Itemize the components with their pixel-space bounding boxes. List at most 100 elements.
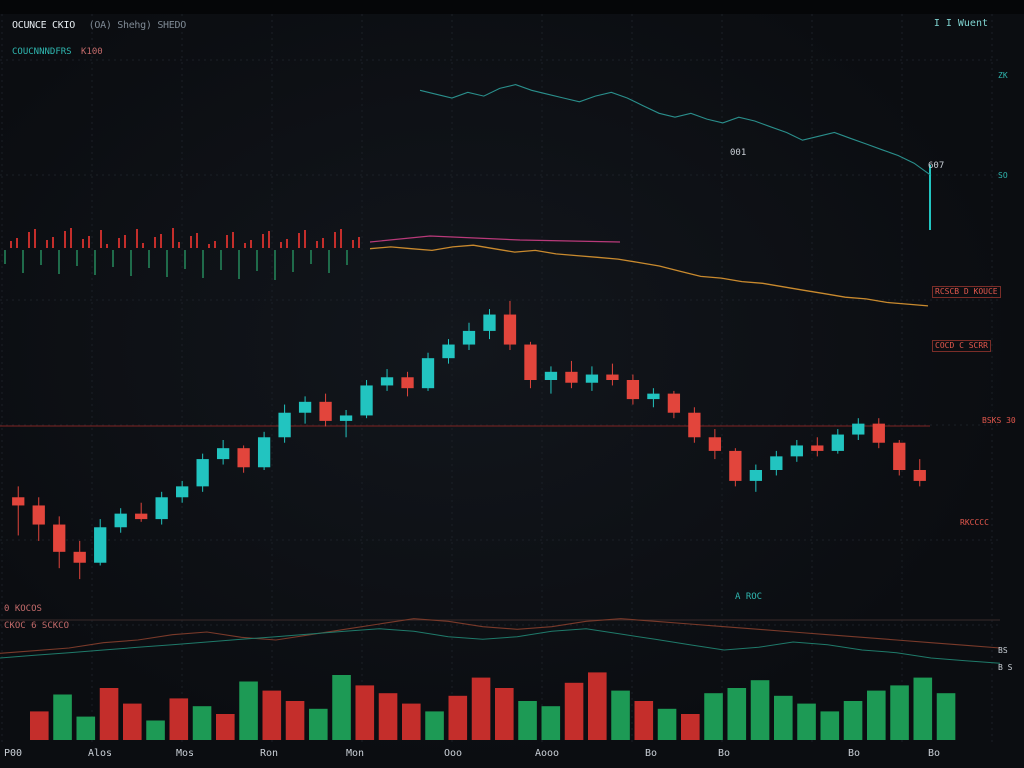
volume-histogram (30, 672, 956, 740)
candle-body (53, 524, 66, 552)
candle-body (135, 513, 148, 520)
top-hist-bar (304, 230, 306, 248)
candle-body (298, 401, 312, 413)
top-hist-bar (256, 250, 258, 271)
top-hist-bar (214, 241, 216, 248)
horizontal-level-lines (0, 165, 1000, 621)
candle-body (688, 412, 701, 438)
volume-bar (936, 693, 956, 740)
top-hist-bar (112, 250, 114, 267)
top-hist-bar (208, 244, 210, 248)
subtitle-value: K100 (81, 47, 103, 57)
volume-bar (727, 688, 747, 740)
top-hist-bar (136, 229, 138, 248)
upper-line-label-a: 001 (730, 148, 747, 158)
right-axis-label-c: BS (998, 646, 1008, 655)
volume-pane-label: 0 KOCOS (4, 604, 42, 614)
candle-body (401, 377, 414, 389)
top-hist-bar (58, 250, 60, 274)
volume-bar (541, 706, 561, 740)
candle-body (176, 486, 189, 498)
corner-indicator[interactable]: I I Wuent (934, 18, 988, 30)
top-hist-bar (172, 228, 174, 248)
top-hist-bar (100, 230, 102, 248)
top-hist-bar (250, 240, 252, 248)
top-hist-bar (178, 242, 180, 248)
volume-bar (750, 680, 770, 740)
candle-body (94, 527, 107, 563)
candle-body (770, 456, 783, 470)
volume-bar (657, 708, 677, 740)
symbol-meta: (OA) Shehg) SHEDO (88, 20, 187, 31)
top-hist-bar (52, 237, 54, 248)
top-hist-bar (64, 231, 66, 248)
x-tick-label: Bo (928, 748, 941, 759)
volume-bar (355, 685, 375, 740)
secondary-average-path (369, 235, 621, 243)
volume-bar (890, 685, 909, 740)
volume-bar (192, 706, 212, 740)
candle-body (155, 497, 168, 520)
candle-body (360, 385, 373, 416)
volume-bar (123, 703, 142, 740)
x-tick-label: Bo (645, 748, 658, 759)
candle-body (339, 415, 353, 421)
volume-bar (76, 716, 96, 740)
candle-body (319, 401, 332, 421)
top-hist-bar (22, 250, 24, 273)
top-hist-bar (16, 238, 18, 248)
volume-bar (402, 703, 421, 740)
indicator-path-2 (0, 628, 1001, 664)
price-tag-1: RCSCB D KOUCE (932, 286, 1001, 298)
candle-body (237, 448, 250, 468)
candle-body (749, 470, 762, 481)
top-hist-bar (262, 234, 264, 248)
candlestick-series (12, 300, 926, 580)
volume-bar (216, 714, 235, 740)
candle-body (790, 445, 803, 457)
candle-body (12, 497, 25, 506)
candle-body (114, 513, 127, 528)
top-hist-bar (142, 243, 144, 248)
x-tick-label: Bo (848, 748, 861, 759)
top-hist-bar (292, 250, 294, 272)
volume-bar (99, 688, 119, 740)
top-hist-bar (190, 236, 192, 248)
top-hist-bar (310, 250, 312, 264)
candle-body (565, 371, 578, 383)
top-hist-bar (154, 237, 156, 248)
volume-bar (495, 688, 514, 740)
subtitle-label: COUCNNNDFRS (12, 47, 72, 57)
x-tick-label: Mos (176, 748, 195, 759)
top-hist-bar (160, 234, 162, 248)
price-chart[interactable] (0, 0, 1024, 768)
volume-bar (425, 711, 444, 740)
volume-bar (913, 677, 933, 740)
x-tick-label: P00 (4, 748, 23, 759)
candle-body (667, 393, 681, 413)
candle-body (216, 448, 230, 460)
volume-bar (588, 672, 607, 740)
top-hist-bar (34, 229, 36, 248)
top-hist-bar (358, 237, 360, 248)
upper-price-line (419, 84, 931, 176)
volume-bar (681, 714, 700, 740)
top-hist-bar (238, 250, 240, 279)
top-hist-bar (340, 229, 342, 248)
chart-title: OCUNCE CKIO (OA) Shehg) SHEDO (12, 20, 186, 32)
top-hist-bar (316, 241, 318, 248)
top-hist-bar (118, 238, 120, 248)
candle-body (913, 470, 926, 481)
candle-body (503, 314, 517, 345)
x-tick-label: Aooo (535, 748, 560, 759)
moving-average-path (369, 244, 929, 307)
top-hist-bar (298, 233, 300, 248)
candle-body (872, 423, 885, 443)
top-hist-bar (10, 241, 12, 248)
top-hist-bar (148, 250, 150, 268)
volume-bar (239, 681, 258, 740)
volume-bar (867, 690, 886, 740)
candle-body (544, 371, 558, 380)
volume-bar (262, 690, 282, 740)
volume-bar (53, 694, 72, 740)
